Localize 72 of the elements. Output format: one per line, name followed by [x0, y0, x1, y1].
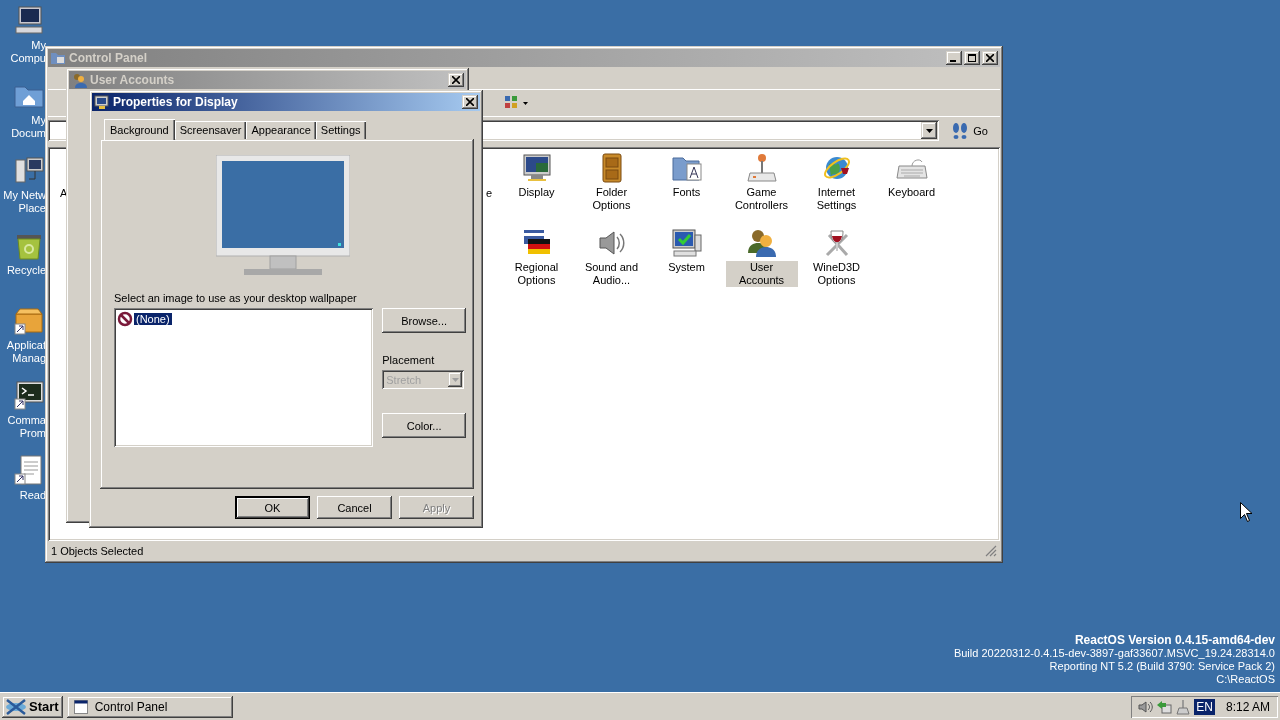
dialog-button[interactable]: OK [235, 496, 310, 519]
computer-icon[interactable] [13, 4, 45, 36]
go-button[interactable]: Go [945, 120, 994, 141]
caret-icon [925, 128, 933, 133]
clock[interactable]: 8:12 AM [1225, 699, 1270, 714]
control-panel-item[interactable]: Folder Options [574, 152, 649, 227]
tab[interactable]: Settings [315, 121, 366, 139]
wallpaper-prompt: Select an image to use as your desktop wallpaper [114, 292, 358, 304]
no-entry-icon [117, 311, 133, 327]
taskbar-button[interactable]: Control Panel [66, 695, 233, 718]
folder-icon [50, 50, 66, 66]
monitor-icon [94, 94, 110, 110]
desktop-icon-label[interactable]: Applicat Manag [6, 339, 46, 365]
start-logo-icon [5, 697, 27, 716]
dropdown-button[interactable] [921, 122, 938, 139]
desktop-icon-label[interactable]: Comma Prom [7, 414, 46, 440]
network-computer-icon[interactable] [13, 154, 45, 186]
close-icon [466, 98, 474, 106]
users-icon [71, 72, 87, 88]
version-line: Build 20220312-0.4.15-dev-3897-gaf33607.MSVC_19.24.28314.0 [953, 647, 1275, 660]
footprints-icon [951, 121, 970, 140]
close-button[interactable] [462, 95, 478, 109]
window-icon [72, 698, 89, 715]
computer-icon [670, 227, 703, 259]
tab[interactable]: Background [104, 119, 175, 140]
window-title: User Accounts [90, 73, 176, 87]
tab[interactable]: Screensaver [174, 121, 247, 139]
resize-grip-icon[interactable] [985, 545, 997, 557]
control-panel-item[interactable]: System [649, 227, 724, 302]
control-panel-item[interactable]: Game Controllers [724, 152, 799, 227]
terminal-icon[interactable] [13, 379, 45, 411]
view-grid-icon [505, 96, 529, 110]
control-panel-item[interactable]: Sound and Audio... [574, 227, 649, 302]
control-panel-item[interactable]: Display [499, 152, 574, 227]
version-line: Reporting NT 5.2 (Build 3790: Service Pack 2) [1049, 660, 1275, 673]
desktop-icon-label[interactable]: Recycle [6, 264, 46, 277]
dialog-button[interactable]: Cancel [317, 496, 392, 519]
placement-label: Placement [382, 354, 436, 366]
monitor-icon [520, 152, 553, 184]
control-panel-item[interactable]: Fonts [649, 152, 724, 227]
desktop-icon-label[interactable]: Read [19, 489, 46, 502]
desktop-icon-label[interactable]: My Compu [10, 39, 46, 65]
caret-icon [451, 377, 459, 382]
color-button[interactable]: Color... [382, 413, 466, 438]
version-title: ReactOS Version 0.4.15-amd64-dev [1074, 634, 1275, 647]
list-item[interactable]: (None) [117, 311, 371, 327]
start-button[interactable]: Start [2, 695, 63, 718]
control-panel-item[interactable]: Keyboard [874, 152, 949, 227]
control-panel-item[interactable]: WineD3D Options [799, 227, 874, 302]
desktop-icon-label[interactable]: My Netw Place [3, 189, 46, 215]
status-text: 1 Objects Selected [51, 545, 144, 557]
close-icon [986, 54, 994, 62]
control-panel-item[interactable]: Regional Options [499, 227, 574, 302]
window-title: Control Panel [69, 51, 148, 65]
cursor-icon [1240, 502, 1252, 522]
window-title: Properties for Display [113, 95, 239, 109]
close-icon [452, 76, 460, 84]
users-icon [745, 227, 778, 259]
control-panel-item[interactable]: Internet Settings [799, 152, 874, 227]
speaker-icon[interactable] [1137, 698, 1154, 715]
joystick-icon [745, 152, 778, 184]
desktop-icon-label[interactable]: My Docum [11, 114, 46, 140]
document-icon[interactable] [13, 454, 45, 486]
item-label: e [486, 187, 493, 200]
maximize-icon [968, 54, 976, 62]
control-panel-item[interactable]: User Accounts [724, 227, 799, 302]
language-indicator[interactable]: EN [1194, 698, 1215, 715]
wallpaper-list[interactable]: (None) [114, 308, 374, 447]
browse-button[interactable]: Browse... [382, 308, 466, 333]
tab[interactable]: Appearance [246, 121, 316, 139]
network-icon[interactable] [1156, 698, 1173, 715]
version-line: C:\ReactOS [1216, 673, 1275, 686]
